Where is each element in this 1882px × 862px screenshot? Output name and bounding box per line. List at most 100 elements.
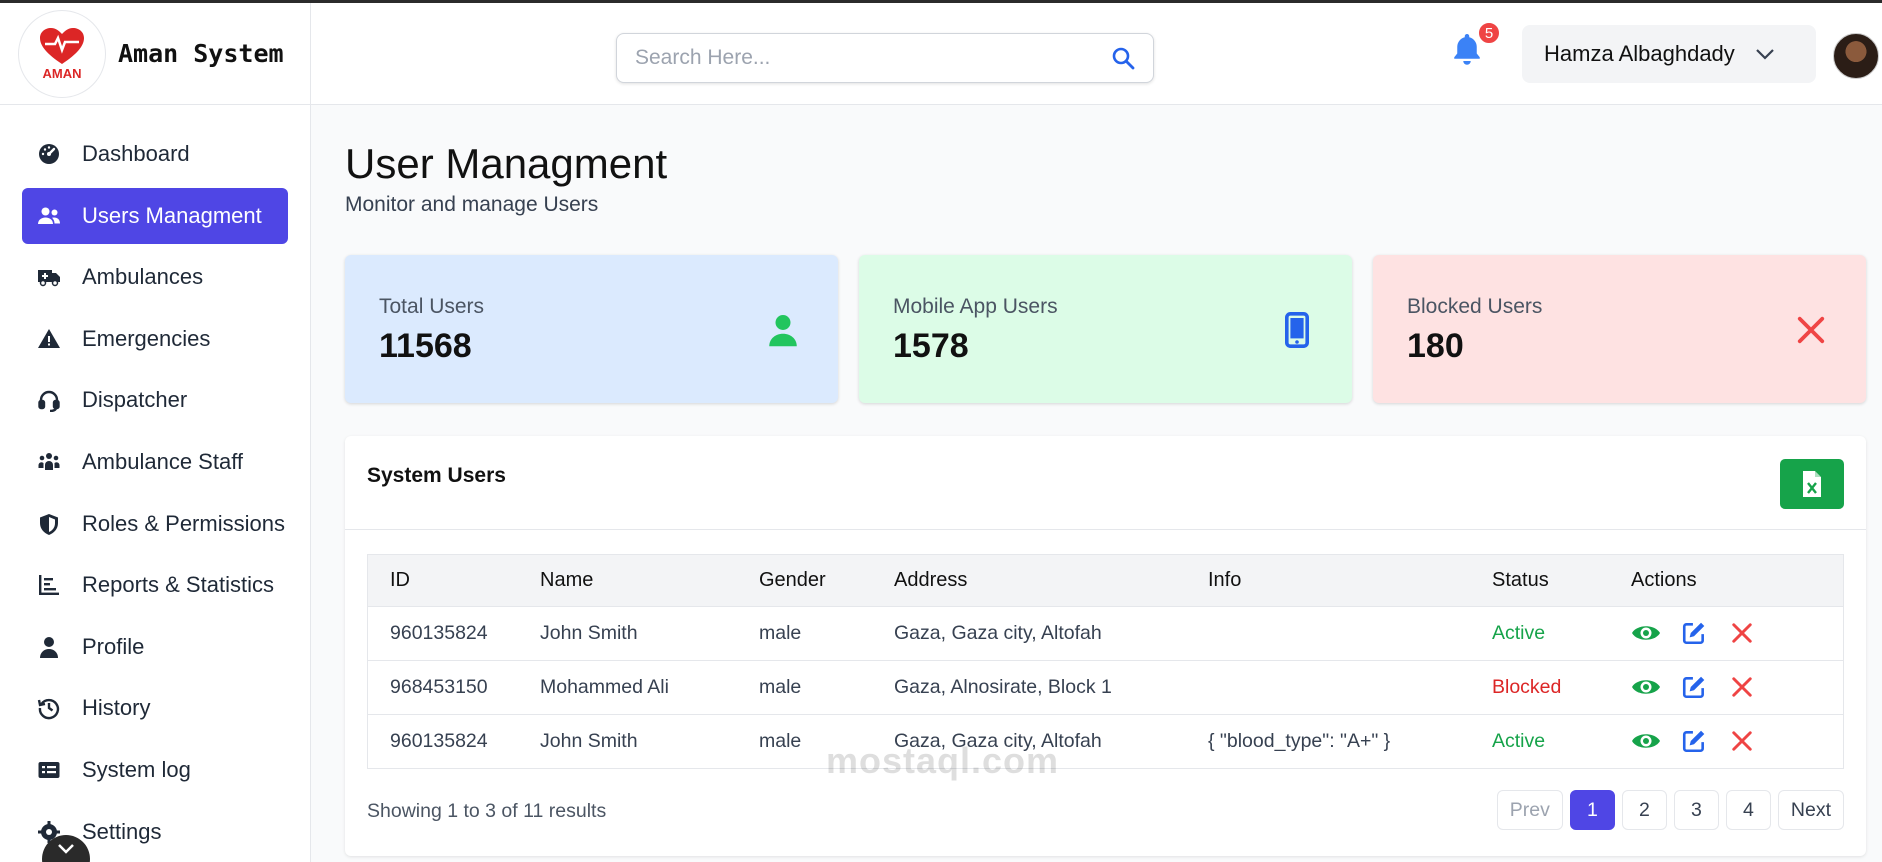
- edit-icon: [1682, 676, 1705, 699]
- column-header-id[interactable]: ID: [368, 555, 540, 606]
- log-icon: [36, 757, 62, 783]
- view-button[interactable]: [1631, 618, 1661, 648]
- status-badge: Active: [1492, 605, 1631, 660]
- sidebar-item-ambulance-staff[interactable]: Ambulance Staff: [22, 434, 288, 490]
- sidebar-item-reports-statistics[interactable]: Reports & Statistics: [22, 557, 288, 613]
- user-name: Hamza Albaghdady: [1544, 41, 1735, 66]
- cell-address: Gaza, Alnosirate, Block 1: [894, 659, 1208, 714]
- column-header-actions: Actions: [1631, 568, 1697, 591]
- sidebar-item-users-managment[interactable]: Users Managment: [22, 187, 288, 244]
- sidebar-item-label: Ambulances: [82, 264, 204, 290]
- sidebar-item-label: Profile: [82, 633, 145, 659]
- view-button[interactable]: [1631, 672, 1661, 702]
- aman-logo[interactable]: AMAN: [18, 9, 106, 98]
- close-icon: [1732, 677, 1752, 697]
- sidebar-item-label: Settings: [82, 818, 162, 844]
- eye-icon: [1632, 680, 1660, 694]
- cell-id: 968453150: [368, 659, 540, 714]
- sidebar-item-label: Dashboard: [82, 141, 190, 166]
- page-button-4[interactable]: 4: [1725, 790, 1771, 830]
- sidebar-item-roles-permissions[interactable]: Roles & Permissions: [22, 496, 288, 552]
- sidebar-item-label: System log: [82, 756, 191, 782]
- table-row: 968453150 Mohammed Ali male Gaza, Alnosi…: [368, 659, 1843, 714]
- pagination: Prev 1 2 3 4 Next: [1496, 790, 1844, 830]
- gauge-icon: [36, 141, 62, 167]
- stat-card-blocked-users: Blocked Users 180: [1373, 255, 1866, 403]
- user-icon: [36, 634, 62, 660]
- column-header-address[interactable]: Address: [894, 555, 1208, 606]
- search-box[interactable]: [616, 33, 1154, 83]
- avatar[interactable]: [1833, 33, 1879, 79]
- chart-icon: [36, 572, 62, 598]
- cell-name: Mohammed Ali: [540, 659, 759, 714]
- panel-title: System Users: [367, 464, 506, 487]
- edit-button[interactable]: [1679, 618, 1709, 648]
- excel-file-icon: [1803, 471, 1821, 497]
- cell-address: Gaza, Gaza city, Altofah: [894, 605, 1208, 660]
- edit-icon: [1682, 622, 1705, 645]
- column-header-info[interactable]: Info: [1208, 555, 1492, 606]
- search-icon[interactable]: [1111, 46, 1135, 70]
- chevron-down-icon: [1756, 49, 1774, 60]
- column-header-gender[interactable]: Gender: [759, 555, 894, 606]
- sidebar-item-system-log[interactable]: System log: [22, 742, 288, 798]
- users-icon: [36, 203, 62, 229]
- brand: AMAN Aman System: [0, 3, 310, 105]
- delete-button[interactable]: [1727, 672, 1757, 702]
- table-header-row: ID Name Gender Address Info Status Actio…: [368, 555, 1843, 606]
- users-table: ID Name Gender Address Info Status Actio…: [367, 554, 1844, 769]
- user-menu-button[interactable]: Hamza Albaghdady: [1522, 25, 1816, 83]
- sidebar-nav: Dashboard Users Managment Ambulances Eme…: [0, 105, 310, 860]
- export-excel-button[interactable]: [1780, 459, 1844, 509]
- table-row: 960135824 John Smith male Gaza, Gaza cit…: [368, 713, 1843, 768]
- sidebar-item-label: History: [82, 695, 151, 721]
- sidebar-item-profile[interactable]: Profile: [22, 619, 288, 675]
- logo-text: AMAN: [42, 66, 82, 81]
- page-subtitle: Monitor and manage Users: [345, 193, 599, 216]
- view-button[interactable]: [1631, 726, 1661, 756]
- page-button-3[interactable]: 3: [1673, 790, 1719, 830]
- sidebar-item-ambulances[interactable]: Ambulances: [22, 249, 288, 305]
- warning-icon: [36, 326, 62, 352]
- sidebar-item-label: Reports & Statistics: [82, 572, 274, 598]
- staff-icon: [36, 449, 62, 475]
- panel-header: System Users: [345, 436, 1866, 530]
- stat-card-mobile-users: Mobile App Users 1578: [859, 255, 1352, 403]
- shield-icon: [36, 511, 62, 537]
- cell-id: 960135824: [368, 605, 540, 660]
- status-badge: Active: [1492, 713, 1631, 768]
- page-button-2[interactable]: 2: [1621, 790, 1667, 830]
- sidebar: AMAN Aman System Dashboard Users Managme…: [0, 3, 311, 862]
- cell-info: [1208, 605, 1492, 660]
- brand-title: Aman System: [118, 39, 284, 68]
- sidebar-item-label: Roles & Permissions: [82, 510, 285, 536]
- heartbeat-logo-icon: [40, 28, 84, 64]
- column-header-name[interactable]: Name: [540, 555, 759, 606]
- history-icon: [36, 695, 62, 721]
- cell-actions: [1631, 659, 1843, 714]
- column-header-status[interactable]: Status: [1492, 555, 1631, 606]
- top-header: 5 Hamza Albaghdady: [311, 3, 1882, 105]
- prev-page-button[interactable]: Prev: [1496, 790, 1563, 830]
- sidebar-item-history[interactable]: History: [22, 680, 288, 736]
- edit-button[interactable]: [1679, 726, 1709, 756]
- sidebar-item-label: Ambulance Staff: [82, 448, 244, 474]
- cell-actions: [1631, 605, 1843, 660]
- user-icon: [764, 311, 802, 349]
- sidebar-item-emergencies[interactable]: Emergencies: [22, 311, 288, 367]
- stat-card-total-users: Total Users 11568: [345, 255, 838, 403]
- cell-info: [1208, 659, 1492, 714]
- sidebar-item-dashboard[interactable]: Dashboard: [22, 126, 288, 182]
- delete-button[interactable]: [1727, 618, 1757, 648]
- search-input[interactable]: [635, 46, 1111, 70]
- sidebar-item-label: Dispatcher: [82, 387, 188, 413]
- delete-button[interactable]: [1727, 726, 1757, 756]
- status-badge: Blocked: [1492, 659, 1631, 714]
- sidebar-item-dispatcher[interactable]: Dispatcher: [22, 372, 288, 428]
- page-title: User Managment: [345, 140, 668, 187]
- edit-icon: [1682, 730, 1705, 753]
- next-page-button[interactable]: Next: [1777, 790, 1844, 830]
- page-button-1[interactable]: 1: [1569, 790, 1615, 830]
- cell-gender: male: [759, 605, 894, 660]
- edit-button[interactable]: [1679, 672, 1709, 702]
